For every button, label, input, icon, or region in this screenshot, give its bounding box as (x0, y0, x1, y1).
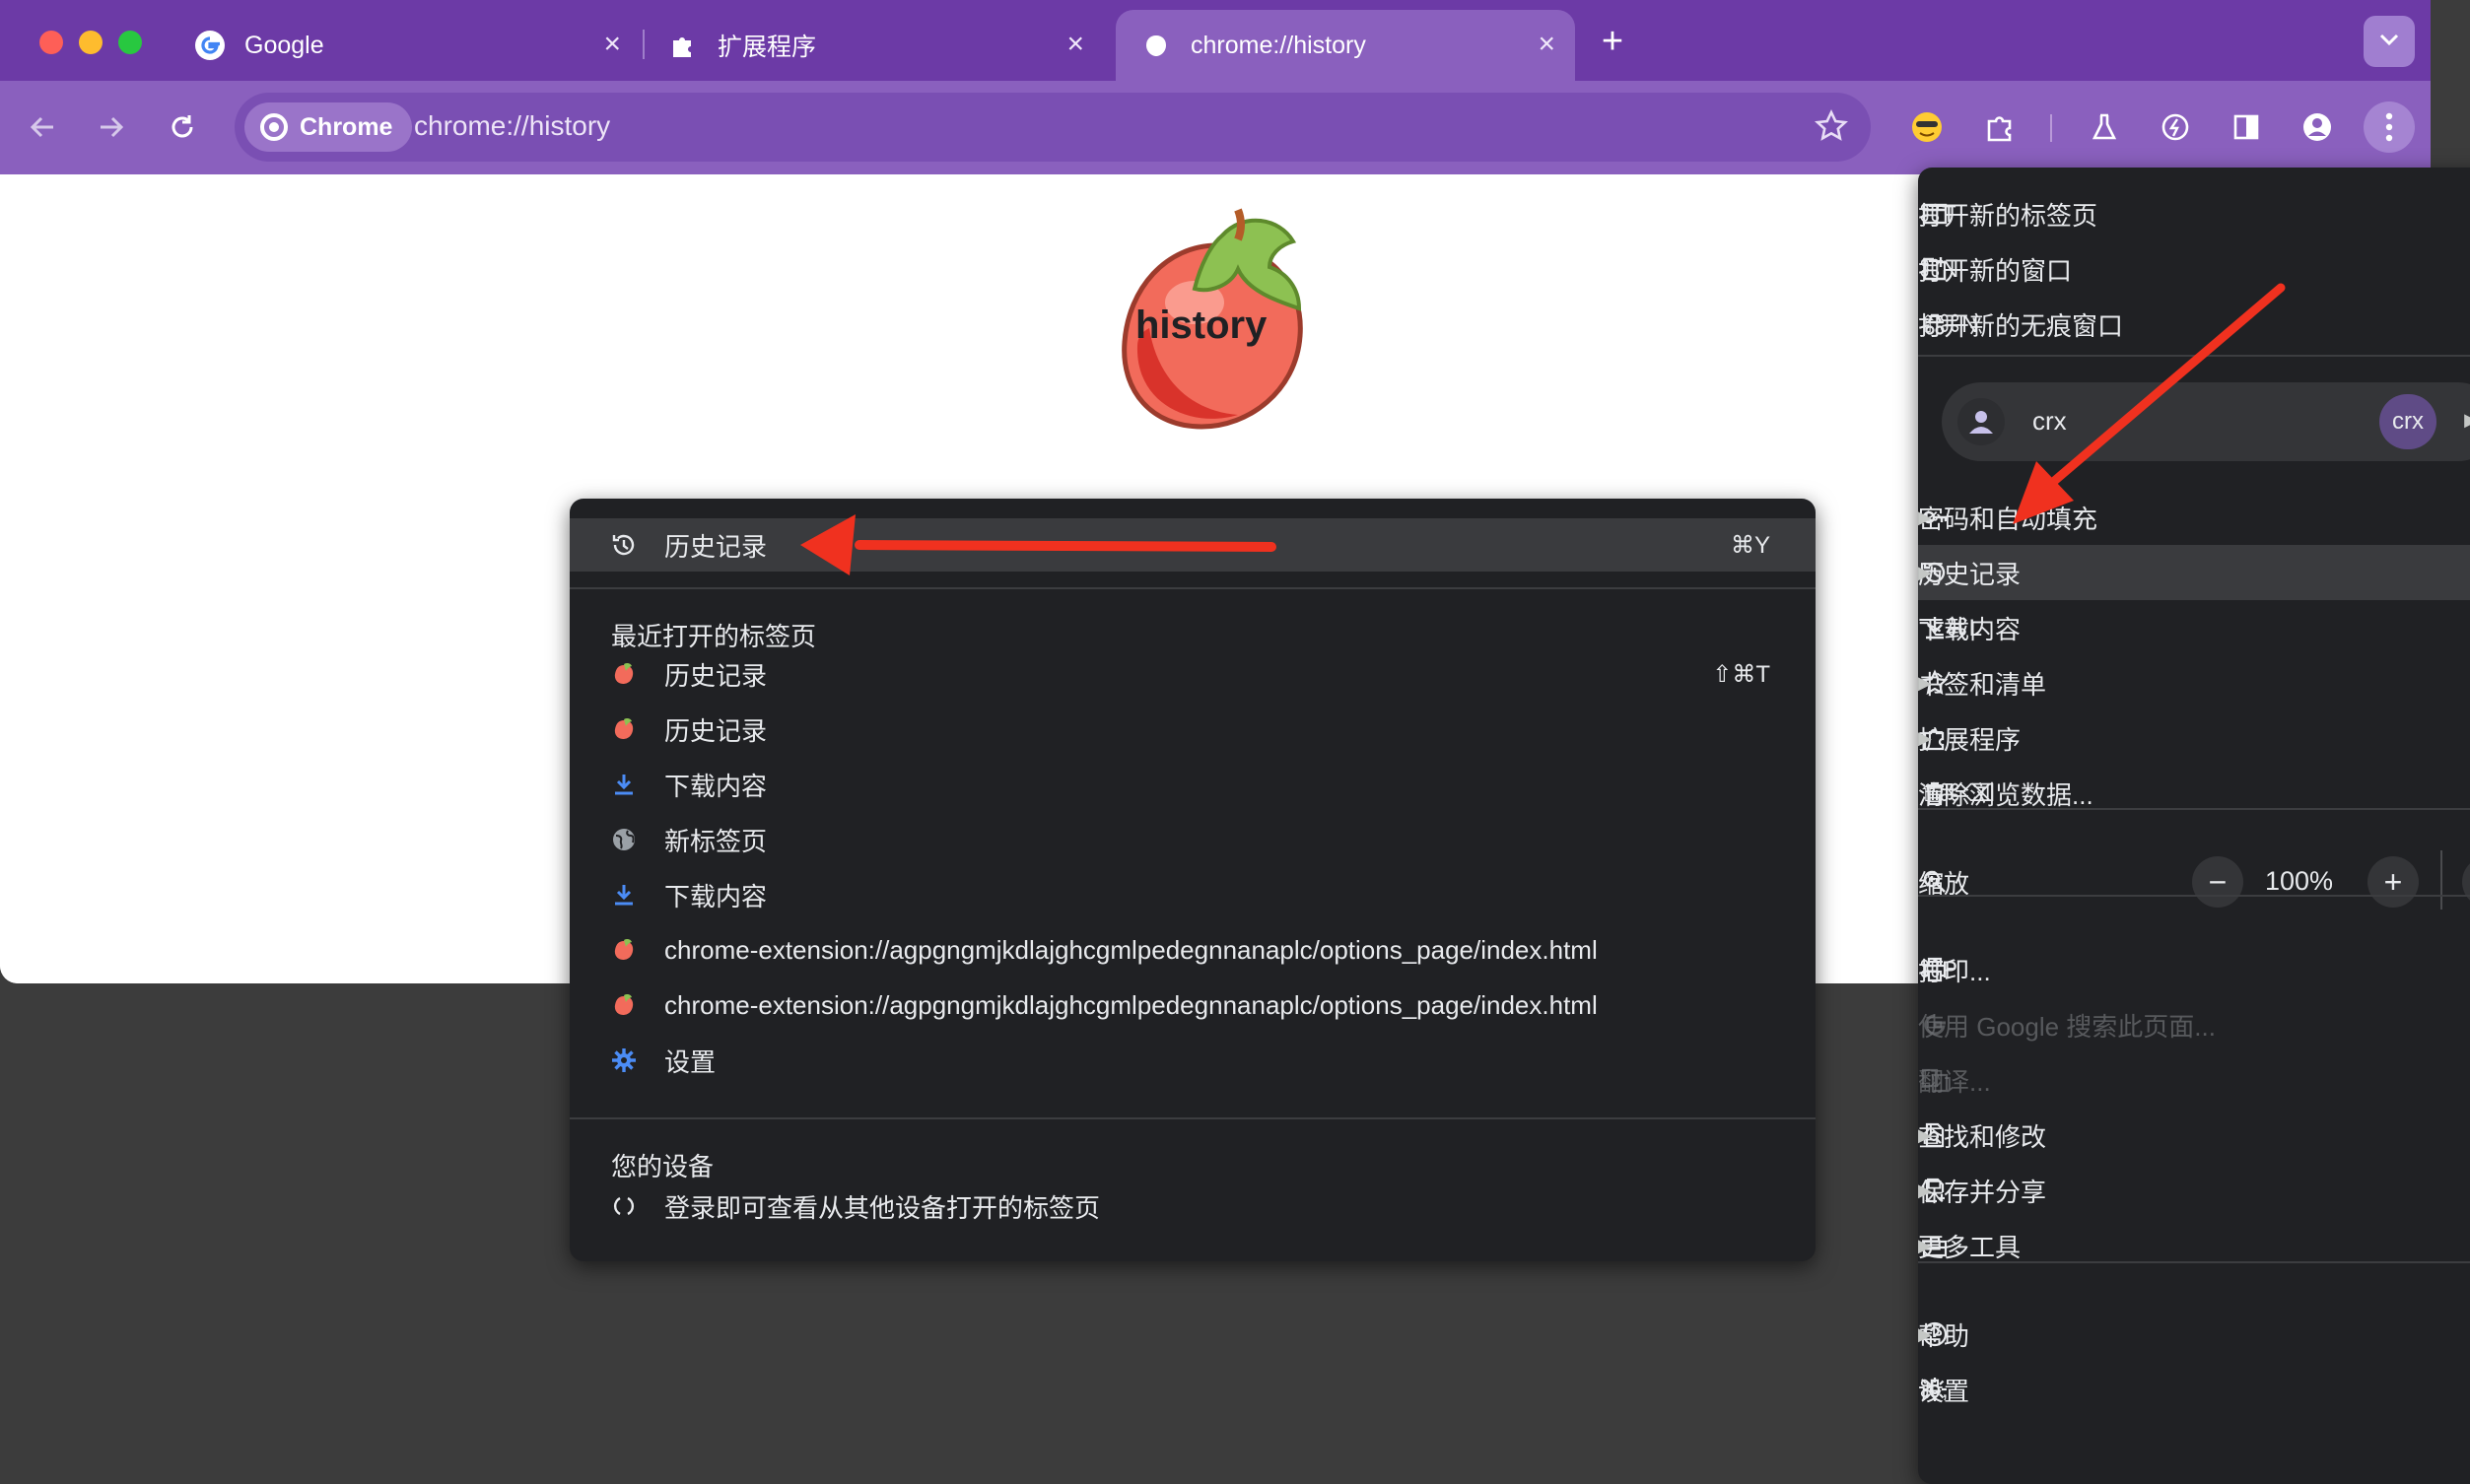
annotation-arrow-history (2013, 283, 2286, 524)
annotation-arrows (800, 283, 2286, 575)
annotation-arrow-submenu (800, 514, 1276, 575)
